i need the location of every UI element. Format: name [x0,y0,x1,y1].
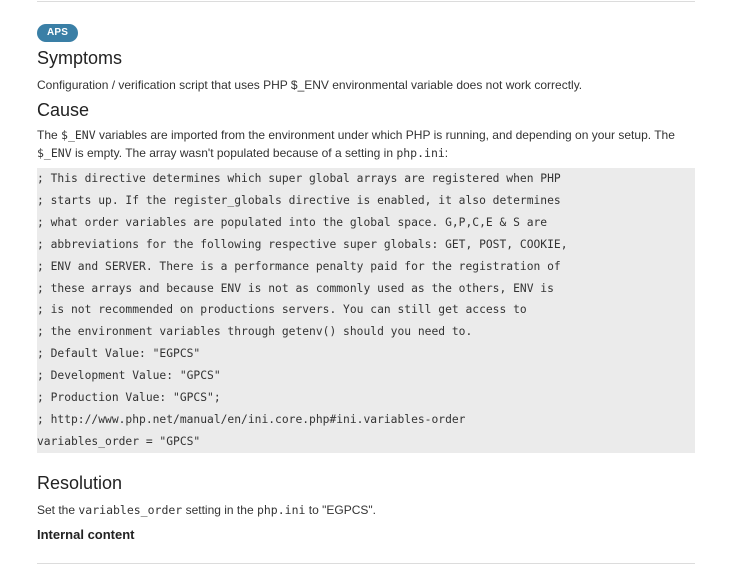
cause-text: The $_ENV variables are imported from th… [37,126,695,162]
resolution-text-part: to "EGPCS". [305,502,376,517]
internal-content-heading: Internal content [37,526,135,542]
resolution-text-part: setting in the [182,502,257,517]
code-line: ; is not recommended on productions serv… [37,303,527,317]
article-body: APS Symptoms Configuration / verificatio… [37,22,695,545]
inline-code: php.ini [396,146,445,160]
code-line: ; starts up. If the register_globals dir… [37,193,561,207]
code-line: ; these arrays and because ENV is not as… [37,281,554,295]
code-line: ; Default Value: "EGPCS" [37,347,201,361]
inline-code: variables_order [78,502,183,517]
php-ini-code-block: ; This directive determines which super … [37,168,695,453]
inline-code: php.ini [256,502,306,517]
code-line: ; This directive determines which super … [37,172,561,185]
bottom-divider [37,563,695,564]
symptoms-heading: Symptoms [37,48,123,68]
code-line: ; Development Value: "GPCS" [37,369,221,383]
inline-code: $_ENV [61,128,96,142]
code-line: ; Production Value: "GPCS"; [37,391,221,405]
resolution-text-part: Set the [37,502,79,517]
cause-text-part: : [444,146,449,160]
cause-text-part: The [37,128,62,142]
code-line: ; ENV and SERVER. There is a performance… [37,259,561,273]
cause-text-part: variables are imported from the environm… [95,128,675,142]
code-line: ; http://www.php.net/manual/en/ini.core.… [37,412,466,426]
category-badge[interactable]: APS [37,24,79,42]
resolution-heading: Resolution [37,472,123,493]
code-line: ; abbreviations for the following respec… [37,237,568,251]
code-line: ; what order variables are populated int… [37,215,548,229]
symptoms-text: Configuration / verification script that… [37,78,583,92]
cause-text-part: is empty. The array wasn't populated bec… [71,146,397,160]
top-divider [37,1,695,2]
code-line: variables_order = "GPCS" [37,434,201,448]
cause-heading: Cause [37,100,90,120]
resolution-text: Set the variables_order setting in the p… [37,501,695,519]
code-line: ; the environment variables through gete… [37,325,473,339]
inline-code: $_ENV [37,146,72,160]
